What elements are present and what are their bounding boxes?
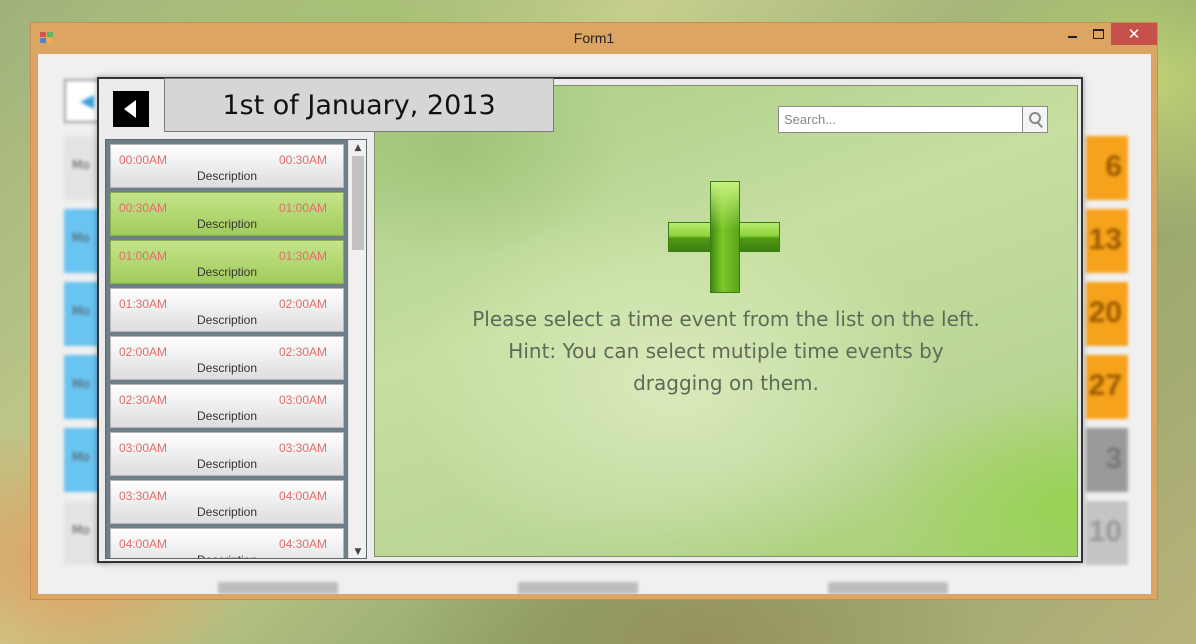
back-arrow-icon[interactable] (113, 91, 149, 127)
minimize-button[interactable] (1059, 23, 1085, 45)
slot-description: Description (196, 313, 258, 327)
time-slot-item[interactable]: 01:00AM 01:30AM Description (110, 240, 344, 284)
maximize-button[interactable] (1085, 23, 1111, 45)
scrollbar-thumb[interactable] (352, 156, 364, 250)
slot-end-time: 01:00AM (278, 201, 327, 215)
close-button[interactable]: ✕ (1111, 23, 1157, 45)
slot-description: Description (196, 265, 258, 279)
slot-description: Description (196, 409, 258, 423)
background-date-number: 27 (1086, 355, 1128, 419)
slot-end-time: 04:00AM (278, 489, 327, 503)
window-title: Form1 (573, 30, 615, 46)
slot-start-time: 01:30AM (119, 297, 168, 311)
slot-end-time: 01:30AM (278, 249, 327, 263)
time-slot-item[interactable]: 02:30AM 03:00AM Description (110, 384, 344, 428)
instruction-line: Hint: You can select mutiple time events… (508, 339, 944, 363)
slot-description: Description (111, 553, 343, 558)
green-plus-icon[interactable] (668, 181, 782, 295)
slot-description: Description (196, 217, 258, 231)
date-title: 1st of January, 2013 (164, 78, 554, 132)
vertical-scrollbar[interactable]: ▲ ▼ (348, 140, 366, 558)
instruction-text: Please select a time event from the list… (395, 303, 1057, 399)
slot-description: Description (196, 457, 258, 471)
slot-description: Description (196, 169, 258, 183)
time-slot-item[interactable]: 02:00AM 02:30AM Description (110, 336, 344, 380)
slot-end-time: 02:00AM (278, 297, 327, 311)
instruction-line: dragging on them. (633, 371, 819, 395)
slot-start-time: 00:30AM (119, 201, 168, 215)
slot-description: Description (196, 505, 258, 519)
instruction-line: Please select a time event from the list… (472, 307, 980, 331)
slot-start-time: 03:00AM (119, 441, 168, 455)
time-slot-item[interactable]: 04:00AM 04:30AM Description (110, 528, 344, 558)
slot-end-time: 04:30AM (278, 537, 327, 551)
slot-end-time: 00:30AM (278, 153, 327, 167)
slot-end-time: 02:30AM (278, 345, 327, 359)
background-cell-strip (828, 582, 948, 594)
search-input[interactable] (779, 107, 1022, 132)
background-cell-strip (218, 582, 338, 594)
time-slot-item[interactable]: 03:30AM 04:00AM Description (110, 480, 344, 524)
magnifier-icon[interactable] (1022, 107, 1047, 132)
slot-description: Description (196, 361, 258, 375)
background-date-number: 10 (1086, 501, 1128, 565)
slot-start-time: 02:30AM (119, 393, 168, 407)
time-slot-item[interactable]: 01:30AM 02:00AM Description (110, 288, 344, 332)
slot-start-time: 01:00AM (119, 249, 168, 263)
slot-start-time: 02:00AM (119, 345, 168, 359)
slot-start-time: 04:00AM (119, 537, 168, 551)
scroll-up-icon[interactable]: ▲ (349, 140, 366, 156)
slot-start-time: 00:00AM (119, 153, 168, 167)
time-slot-item[interactable]: 00:30AM 01:00AM Description (110, 192, 344, 236)
title-bar[interactable]: Form1 ✕ (31, 23, 1157, 53)
background-cell-strip (518, 582, 638, 594)
slot-start-time: 03:30AM (119, 489, 168, 503)
background-date-number: 3 (1086, 428, 1128, 492)
slot-end-time: 03:00AM (278, 393, 327, 407)
event-detail-panel: Please select a time event from the list… (374, 85, 1078, 557)
time-slot-list[interactable]: 00:00AM 00:30AM Description 00:30AM 01:00AM D… (105, 139, 367, 559)
background-date-number: 6 (1086, 136, 1128, 200)
slot-end-time: 03:30AM (278, 441, 327, 455)
search-box (778, 106, 1048, 133)
day-detail-popup: 1st of January, 2013 00:00AM 00:30AM Descr… (97, 77, 1083, 563)
background-date-number: 20 (1086, 282, 1128, 346)
time-slot-item[interactable]: 00:00AM 00:30AM Description (110, 144, 344, 188)
time-slot-item[interactable]: 03:00AM 03:30AM Description (110, 432, 344, 476)
background-date-number: 13 (1086, 209, 1128, 273)
scroll-down-icon[interactable]: ▼ (349, 544, 366, 558)
